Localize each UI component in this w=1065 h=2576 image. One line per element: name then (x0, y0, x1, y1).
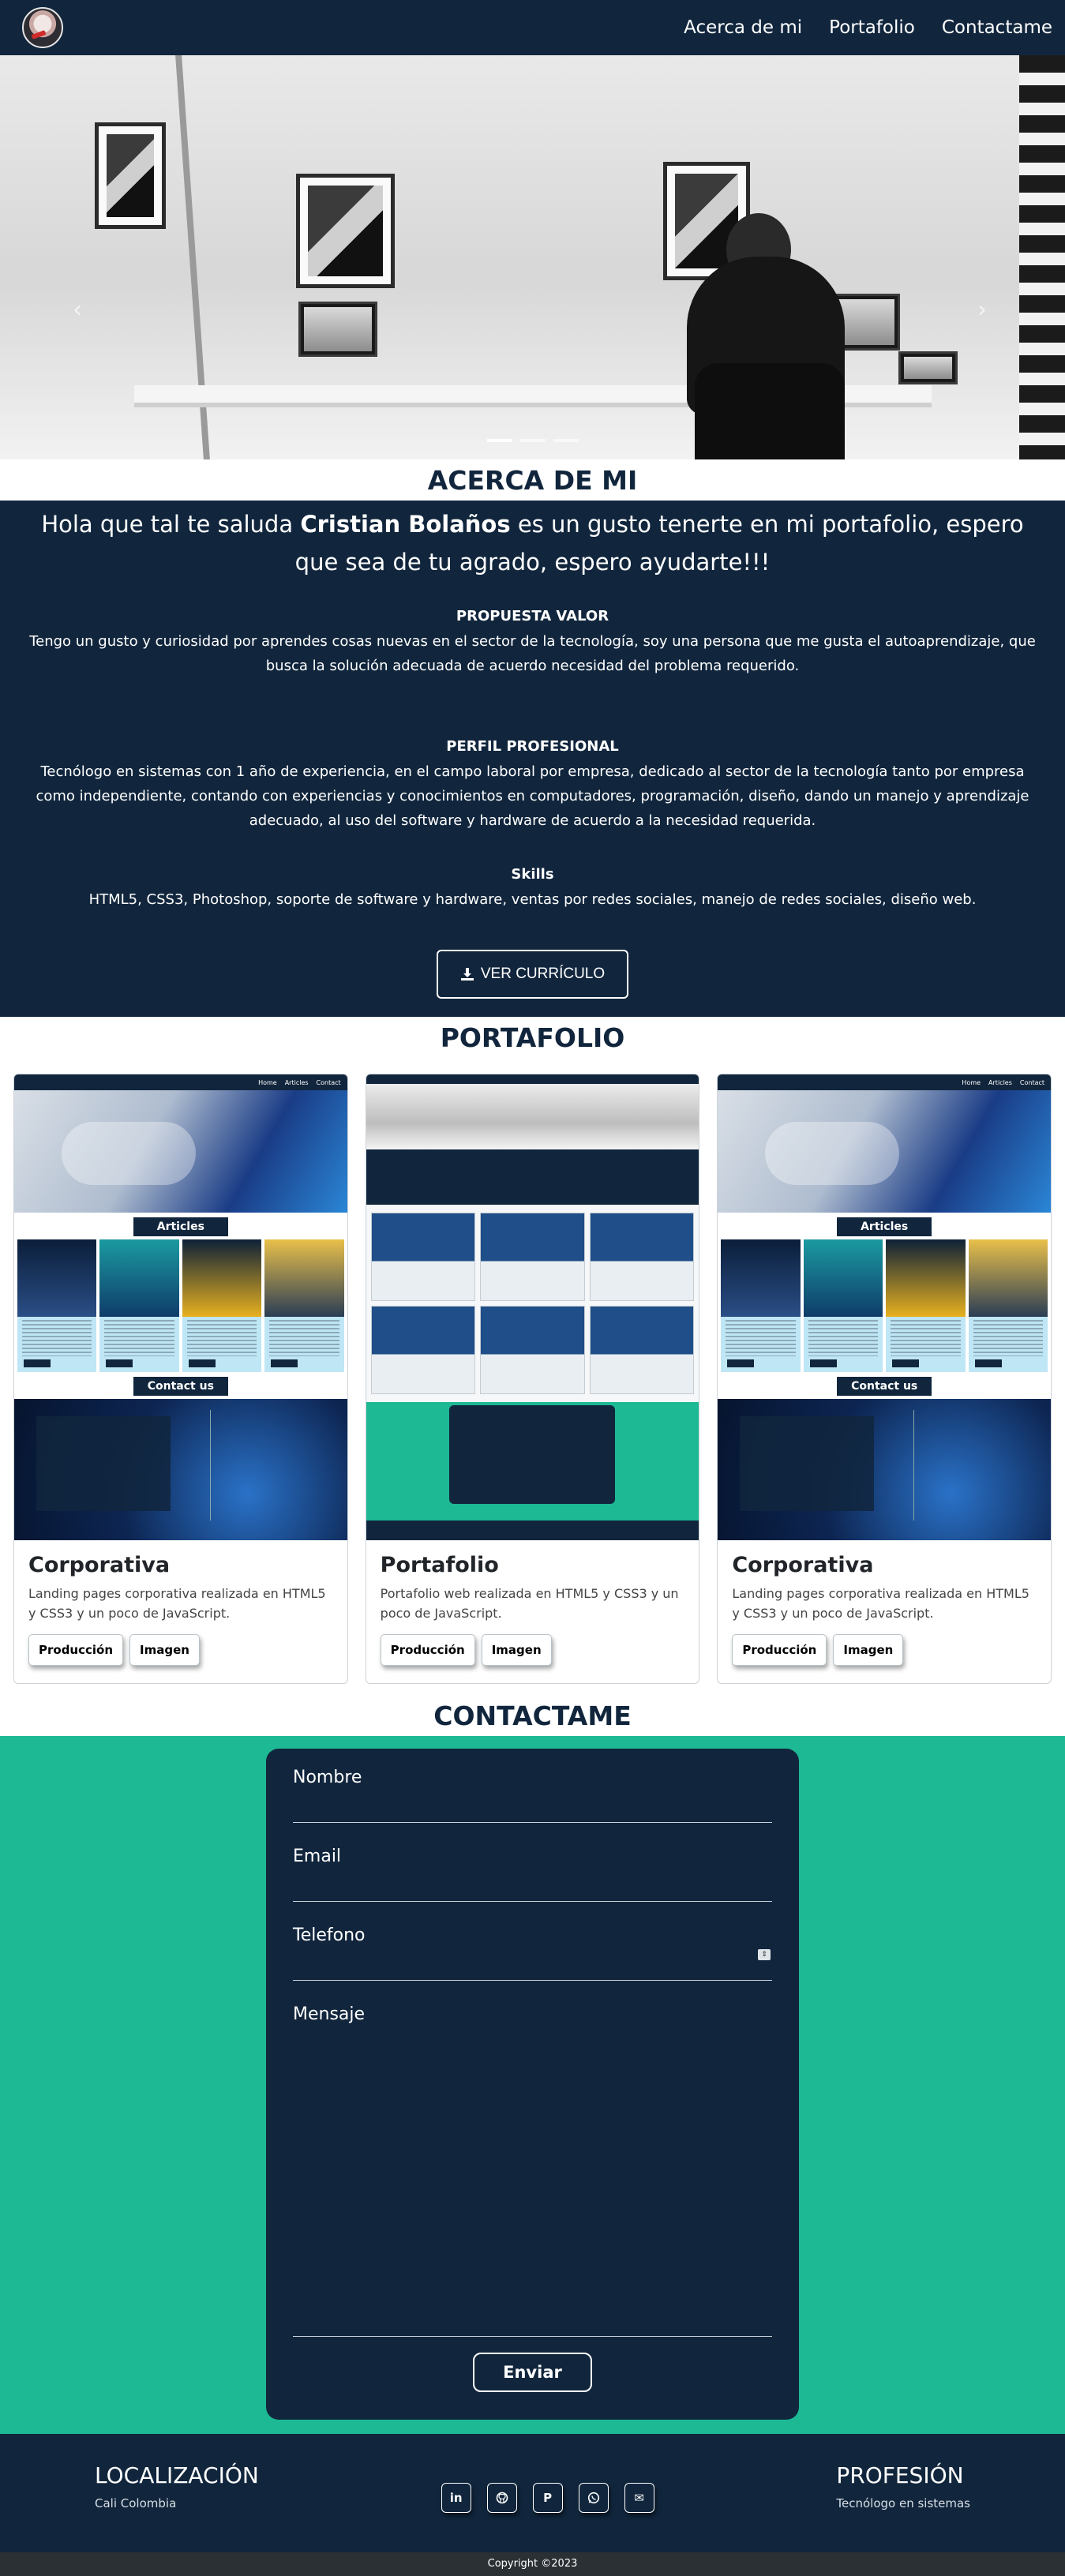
project-thumbnail (366, 1074, 699, 1540)
production-button[interactable]: Producción (732, 1634, 827, 1666)
carousel-indicator[interactable] (519, 439, 546, 442)
project-card: Home Articles Contact Articles Contact u… (13, 1074, 348, 1684)
contact-form: Nombre Email Telefono ⇕ Mensaje Enviar (266, 1749, 799, 2420)
github-icon[interactable] (486, 2483, 517, 2513)
footer-profession: PROFESIÓN Tecnólogo en sistemas (836, 2462, 970, 2510)
image-button[interactable]: Imagen (833, 1634, 904, 1666)
avatar-logo[interactable] (22, 7, 63, 48)
wall-frame (95, 122, 166, 229)
phone-input[interactable] (293, 1945, 772, 1980)
about-title: ACERCA DE MI (427, 465, 638, 496)
email-label: Email (293, 1847, 342, 1866)
footer-location: LOCALIZACIÓN Cali Colombia (95, 2462, 259, 2510)
linkedin-icon[interactable]: in (441, 2483, 471, 2513)
nav-link-about[interactable]: Acerca de mi (684, 17, 802, 38)
download-cv-button[interactable]: VER CURRÍCULO (436, 950, 629, 999)
image-button[interactable]: Imagen (481, 1634, 552, 1666)
phone-label: Telefono (293, 1925, 366, 1945)
monitor (298, 302, 377, 357)
production-button[interactable]: Producción (28, 1634, 124, 1666)
value-text: Tengo un gusto y curiosidad por aprendes… (29, 633, 1036, 674)
author-name: Cristian Bolaños (300, 511, 511, 538)
skills-text: HTML5, CSS3, Photoshop, soporte de softw… (88, 891, 977, 908)
value-title: PROPUESTA VALOR (456, 608, 609, 624)
nav-links: Acerca de mi Portafolio Contactame (684, 17, 1052, 38)
nav-link-contact[interactable]: Contactame (942, 17, 1052, 38)
card-title: Corporativa (732, 1553, 874, 1577)
navbar: Acerca de mi Portafolio Contactame (0, 0, 1065, 55)
profile-text: Tecnólogo en sistemas con 1 año de exper… (36, 763, 1029, 829)
name-label: Nombre (293, 1768, 362, 1787)
project-card: Portafolio Portafolio web realizada en H… (365, 1074, 700, 1684)
image-button[interactable]: Imagen (129, 1634, 200, 1666)
portfolio-section: Home Articles Contact Articles Contact u… (0, 1058, 1065, 1695)
project-thumbnail: Home Articles Contact Articles Contact u… (14, 1074, 347, 1540)
project-thumbnail: Home Articles Contact Articles Contact u… (718, 1074, 1052, 1540)
carousel-indicator[interactable] (486, 439, 512, 442)
contact-section: Nombre Email Telefono ⇕ Mensaje Enviar (0, 1736, 1065, 2434)
profile-title: PERFIL PROFESIONAL (446, 738, 619, 755)
footer: LOCALIZACIÓN Cali Colombia in P ✉ PROFES… (0, 2434, 1065, 2552)
whatsapp-icon[interactable] (578, 2483, 609, 2513)
message-label: Mensaje (293, 2004, 366, 2024)
carousel-indicator[interactable] (553, 439, 579, 442)
download-icon (460, 968, 474, 981)
carousel-prev-icon[interactable]: ‹ (73, 296, 82, 324)
pinterest-icon[interactable]: P (532, 2483, 563, 2513)
submit-button[interactable]: Enviar (473, 2353, 592, 2392)
project-card: Home Articles Contact Articles Contact u… (717, 1074, 1052, 1684)
wall-frame (296, 174, 395, 288)
number-spinner-icon[interactable]: ⇕ (758, 1949, 771, 1960)
carousel-next-icon[interactable]: › (977, 296, 987, 324)
card-text: Landing pages corporativa realizada en H… (28, 1586, 326, 1621)
social-links: in P ✉ (441, 2483, 654, 2513)
about-section: Hola que tal te saluda Cristian Bolaños … (0, 501, 1065, 1017)
message-textarea[interactable] (293, 2024, 772, 2336)
card-title: Portafolio (380, 1553, 499, 1577)
hero-carousel: ‹ › (0, 55, 1065, 459)
copyright: Copyright ©2023 (0, 2552, 1065, 2576)
portfolio-title: PORTAFOLIO (440, 1022, 625, 1053)
carousel-indicators (486, 439, 579, 442)
chair (695, 363, 845, 459)
greeting: Hola que tal te saluda Cristian Bolaños … (41, 511, 1024, 576)
email-icon[interactable]: ✉ (624, 2483, 654, 2513)
name-input[interactable] (293, 1787, 772, 1822)
contact-title: CONTACTAME (433, 1700, 632, 1731)
card-text: Portafolio web realizada en HTML5 y CSS3… (380, 1586, 679, 1621)
nav-link-portfolio[interactable]: Portafolio (829, 17, 915, 38)
production-button[interactable]: Producción (380, 1634, 475, 1666)
laptop (898, 351, 958, 384)
email-input[interactable] (293, 1866, 772, 1901)
skills-title: Skills (511, 866, 554, 883)
card-text: Landing pages corporativa realizada en H… (732, 1586, 1029, 1621)
card-title: Corporativa (28, 1553, 171, 1577)
